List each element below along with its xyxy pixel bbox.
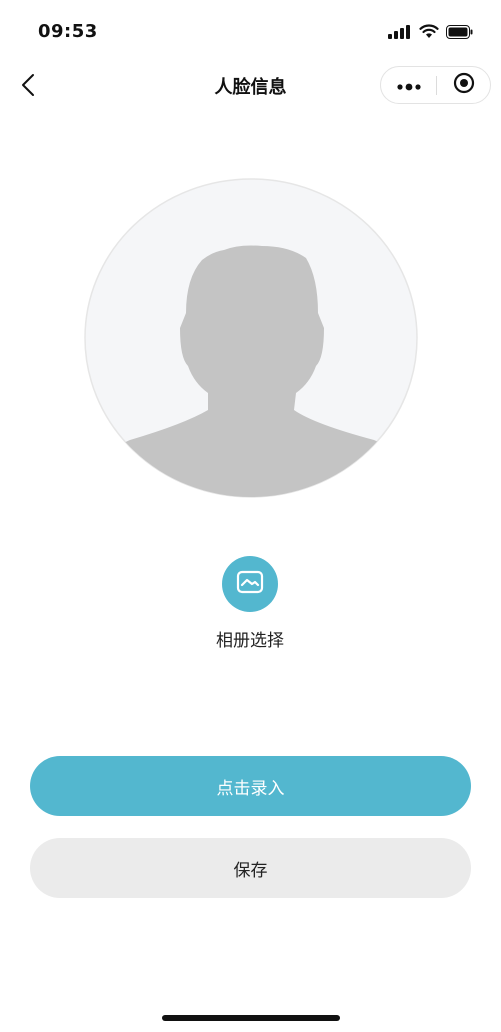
image-icon xyxy=(236,570,264,598)
record-face-button[interactable]: 点击录入 xyxy=(30,756,471,816)
target-close-icon xyxy=(453,72,475,98)
status-bar: 09:53 xyxy=(0,0,501,60)
person-silhouette-icon xyxy=(84,178,418,502)
cellular-signal-icon xyxy=(388,24,412,43)
more-button[interactable] xyxy=(381,67,436,103)
save-button[interactable]: 保存 xyxy=(30,838,471,898)
home-indicator xyxy=(162,1015,340,1021)
album-select[interactable]: 相册选择 xyxy=(150,556,350,656)
status-time: 09:53 xyxy=(38,21,98,42)
more-dots-icon xyxy=(396,76,421,95)
face-avatar[interactable] xyxy=(84,178,418,498)
menu-capsule xyxy=(380,66,491,104)
wifi-icon xyxy=(419,24,439,43)
save-label: 保存 xyxy=(233,860,268,881)
close-miniprogram-button[interactable] xyxy=(437,67,491,103)
status-icons xyxy=(388,24,473,43)
album-button[interactable] xyxy=(222,556,278,612)
battery-icon xyxy=(446,24,473,43)
navigation-bar: 人脸信息 xyxy=(0,60,501,112)
album-select-label: 相册选择 xyxy=(216,631,284,651)
record-face-label: 点击录入 xyxy=(216,778,285,799)
